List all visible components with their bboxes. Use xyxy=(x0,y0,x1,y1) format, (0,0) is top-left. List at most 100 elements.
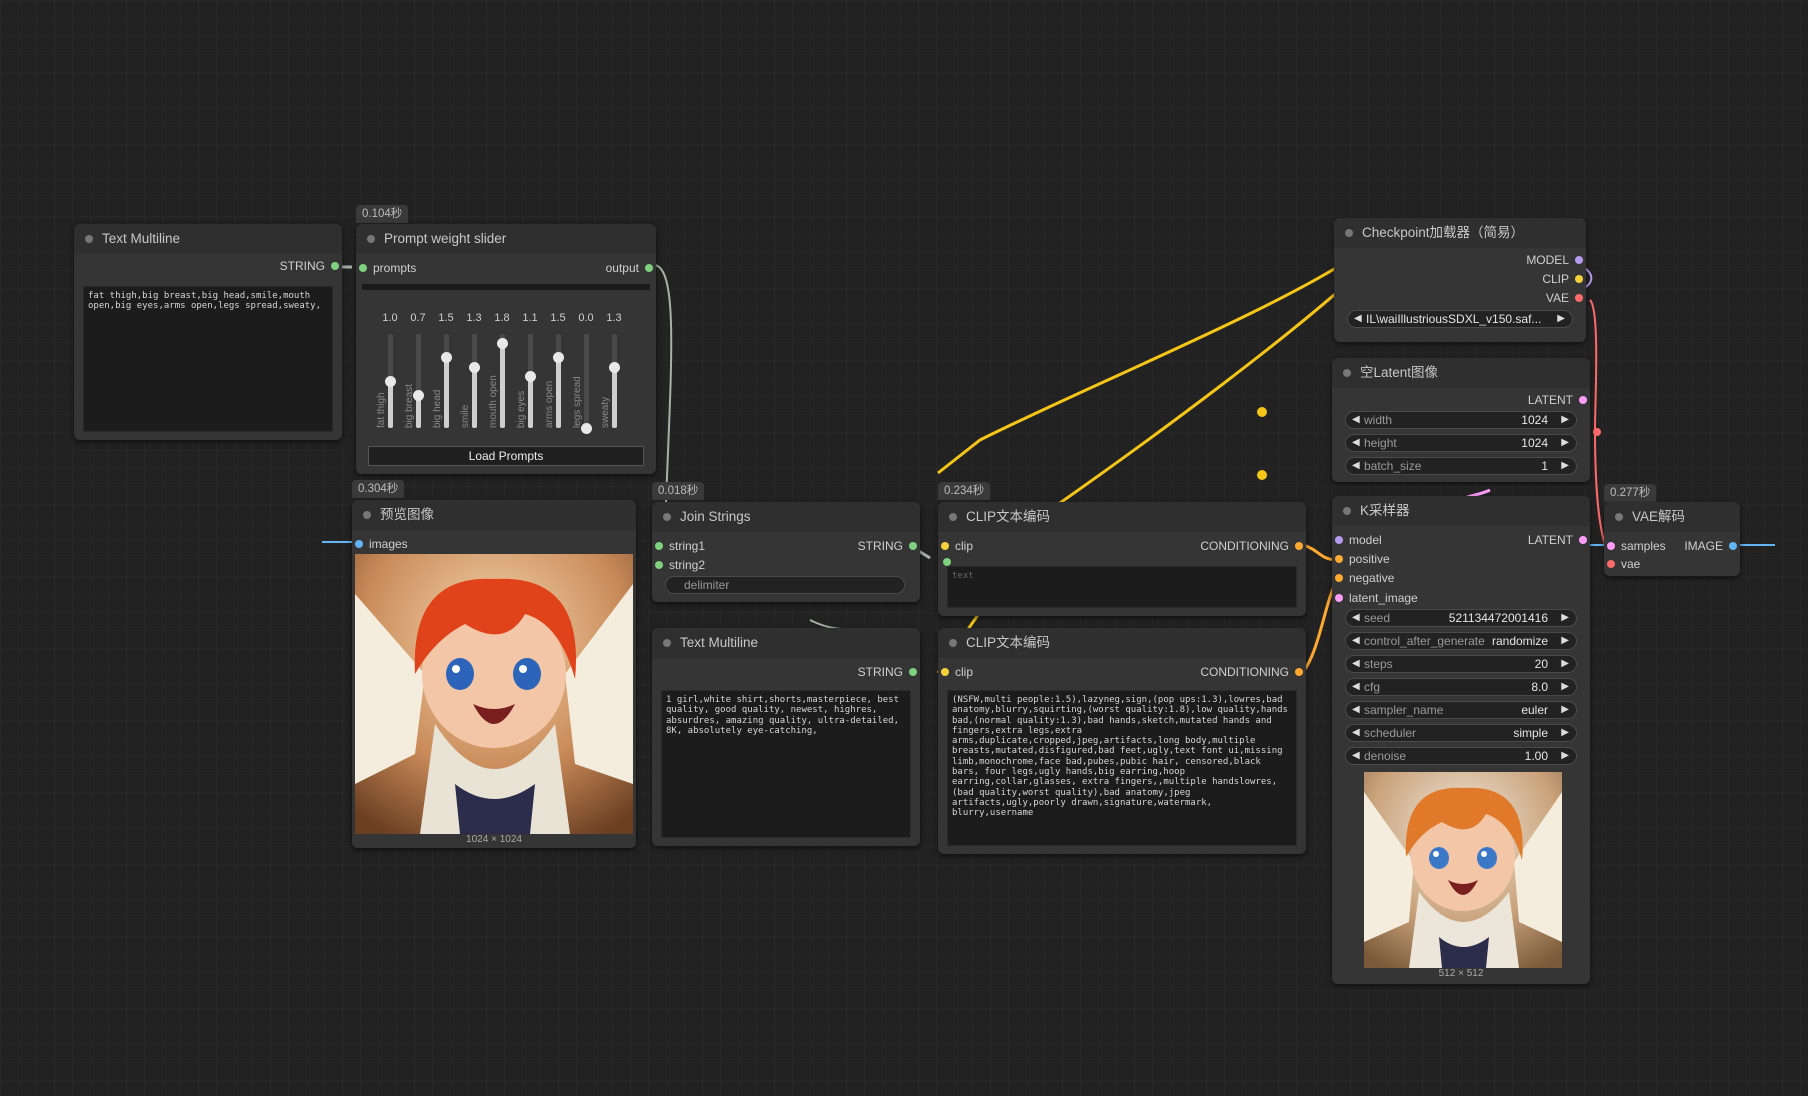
slot-dot[interactable] xyxy=(1295,542,1303,550)
slider-knob[interactable] xyxy=(553,352,564,363)
node-title[interactable]: Join Strings xyxy=(652,502,920,532)
node-title[interactable]: CLIP文本编码 xyxy=(938,628,1306,658)
cfg-widget[interactable]: ◀ cfg 8.0 ▶ xyxy=(1345,678,1577,696)
join-strings-node[interactable]: Join Strings string1 string2 STRING deli… xyxy=(652,502,920,602)
input-vae[interactable]: vae xyxy=(1604,556,1640,572)
slot-dot[interactable] xyxy=(1335,536,1343,544)
slider-knob[interactable] xyxy=(609,362,620,373)
arrow-left-icon[interactable]: ◀ xyxy=(1352,633,1360,649)
slider-knob[interactable] xyxy=(385,376,396,387)
arrow-right-icon[interactable]: ▶ xyxy=(1561,702,1569,718)
slot-dot[interactable] xyxy=(909,668,917,676)
node-title[interactable]: VAE解码 xyxy=(1604,502,1740,532)
node-title[interactable]: 预览图像 xyxy=(352,500,636,530)
prompt-textarea[interactable]: (NSFW,multi people:1.5),lazyneg,sign,(po… xyxy=(947,690,1297,846)
slider-knob[interactable] xyxy=(441,352,452,363)
arrow-right-icon[interactable]: ▶ xyxy=(1561,412,1569,428)
node-title[interactable]: K采样器 xyxy=(1332,496,1590,526)
graph-canvas[interactable]: Text Multiline STRING fat thigh,big brea… xyxy=(0,0,1808,1096)
sampler-preview-image[interactable] xyxy=(1364,772,1562,968)
arrow-left-icon[interactable]: ◀ xyxy=(1352,748,1360,764)
delimiter-field[interactable]: delimiter xyxy=(665,576,905,594)
clip-text-encode-positive-node[interactable]: CLIP文本编码 clip CONDITIONING text xyxy=(938,502,1306,616)
collapse-dot[interactable] xyxy=(1345,229,1353,237)
arrow-left-icon[interactable]: ◀ xyxy=(1352,702,1360,718)
preview-image-node[interactable]: 预览图像 images 1024 × 1024 xyxy=(352,500,636,848)
slot-dot[interactable] xyxy=(655,561,663,569)
empty-latent-node[interactable]: 空Latent图像 LATENT ◀ width 1024 ▶ ◀ height 1024… xyxy=(1332,358,1590,482)
output-latent[interactable]: LATENT xyxy=(1528,392,1590,408)
arrow-left-icon[interactable]: ◀ xyxy=(1354,311,1362,327)
slot-dot[interactable] xyxy=(941,542,949,550)
steps-widget[interactable]: ◀ steps 20 ▶ xyxy=(1345,655,1577,673)
input-clip[interactable]: clip xyxy=(938,664,973,680)
prompt-textarea[interactable]: text xyxy=(947,566,1297,608)
slot-dot[interactable] xyxy=(1335,594,1343,602)
collapse-dot[interactable] xyxy=(85,235,93,243)
text-multiline-node-1[interactable]: Text Multiline STRING fat thigh,big brea… xyxy=(74,224,342,440)
prompt-textarea[interactable]: 1 girl,white shirt,shorts,masterpiece, b… xyxy=(661,690,911,838)
weight-slider[interactable]: 1.3 sweaty xyxy=(600,312,626,442)
weight-slider[interactable]: 1.3 smile xyxy=(460,312,486,442)
node-title[interactable]: Checkpoint加载器（简易） xyxy=(1334,218,1586,248)
node-title[interactable]: Text Multiline xyxy=(74,224,342,254)
arrow-left-icon[interactable]: ◀ xyxy=(1352,458,1360,474)
arrow-left-icon[interactable]: ◀ xyxy=(1352,679,1360,695)
slot-dot[interactable] xyxy=(941,668,949,676)
slot-dot[interactable] xyxy=(1575,275,1583,283)
weight-slider[interactable]: 1.1 big eyes xyxy=(516,312,542,442)
slot-dot[interactable] xyxy=(645,264,653,272)
arrow-right-icon[interactable]: ▶ xyxy=(1561,633,1569,649)
slider-knob[interactable] xyxy=(497,338,508,349)
output-latent[interactable]: LATENT xyxy=(1528,532,1590,548)
slot-dot[interactable] xyxy=(909,542,917,550)
text-multiline-node-2[interactable]: Text Multiline STRING 1 girl,white shirt… xyxy=(652,628,920,846)
node-title[interactable]: Prompt weight slider xyxy=(356,224,656,254)
input-string2[interactable]: string2 xyxy=(652,557,705,573)
scheduler-widget[interactable]: ◀ scheduler simple ▶ xyxy=(1345,724,1577,742)
weight-slider[interactable]: 0.0 legs spread xyxy=(572,312,598,442)
collapse-dot[interactable] xyxy=(1615,513,1623,521)
output-conditioning[interactable]: CONDITIONING xyxy=(1200,538,1306,554)
input-images[interactable]: images xyxy=(352,536,408,552)
slot-dot[interactable] xyxy=(1729,542,1737,550)
vae-decode-node[interactable]: VAE解码 samples vae IMAGE xyxy=(1604,502,1740,576)
slot-dot[interactable] xyxy=(1575,256,1583,264)
ksampler-node[interactable]: K采样器 model positive negative latent_imag… xyxy=(1332,496,1590,984)
slot-dot[interactable] xyxy=(1607,560,1615,568)
collapse-dot[interactable] xyxy=(367,235,375,243)
input-positive[interactable]: positive xyxy=(1332,551,1390,567)
arrow-left-icon[interactable]: ◀ xyxy=(1352,610,1360,626)
slot-dot[interactable] xyxy=(1295,668,1303,676)
arrow-left-icon[interactable]: ◀ xyxy=(1352,435,1360,451)
collapse-dot[interactable] xyxy=(949,639,957,647)
slider-knob[interactable] xyxy=(469,362,480,373)
input-string1[interactable]: string1 xyxy=(652,538,705,554)
output-string[interactable]: STRING xyxy=(858,538,920,554)
slot-dot[interactable] xyxy=(359,264,367,272)
prompt-weight-slider-node[interactable]: Prompt weight slider prompts output 1.0 f… xyxy=(356,224,656,474)
input-model[interactable]: model xyxy=(1332,532,1382,548)
prompt-textarea[interactable]: fat thigh,big breast,big head,smile,mout… xyxy=(83,286,333,432)
output-string[interactable]: STRING xyxy=(858,664,920,680)
output-model[interactable]: MODEL xyxy=(1526,252,1586,268)
load-prompts-button[interactable]: Load Prompts xyxy=(368,446,644,466)
output-output[interactable]: output xyxy=(606,260,656,276)
collapse-dot[interactable] xyxy=(663,513,671,521)
slot-dot[interactable] xyxy=(1335,574,1343,582)
slot-dot[interactable] xyxy=(655,542,663,550)
input-prompts[interactable]: prompts xyxy=(356,260,416,276)
slot-dot[interactable] xyxy=(1607,542,1615,550)
node-title[interactable]: Text Multiline xyxy=(652,628,920,658)
slot-dot[interactable] xyxy=(1579,396,1587,404)
arrow-right-icon[interactable]: ▶ xyxy=(1561,458,1569,474)
slider-track[interactable] xyxy=(584,334,589,428)
batch-size-widget[interactable]: ◀ batch_size 1 ▶ xyxy=(1345,457,1577,475)
denoise-widget[interactable]: ◀ denoise 1.00 ▶ xyxy=(1345,747,1577,765)
control-after-generate-widget[interactable]: ◀ control_after_generate randomize ▶ xyxy=(1345,632,1577,650)
slider-knob[interactable] xyxy=(525,371,536,382)
weight-slider[interactable]: 0.7 big breast xyxy=(404,312,430,442)
output-string[interactable]: STRING xyxy=(280,258,342,274)
text-input-slot-dot[interactable] xyxy=(943,558,951,566)
slot-dot[interactable] xyxy=(1335,555,1343,563)
